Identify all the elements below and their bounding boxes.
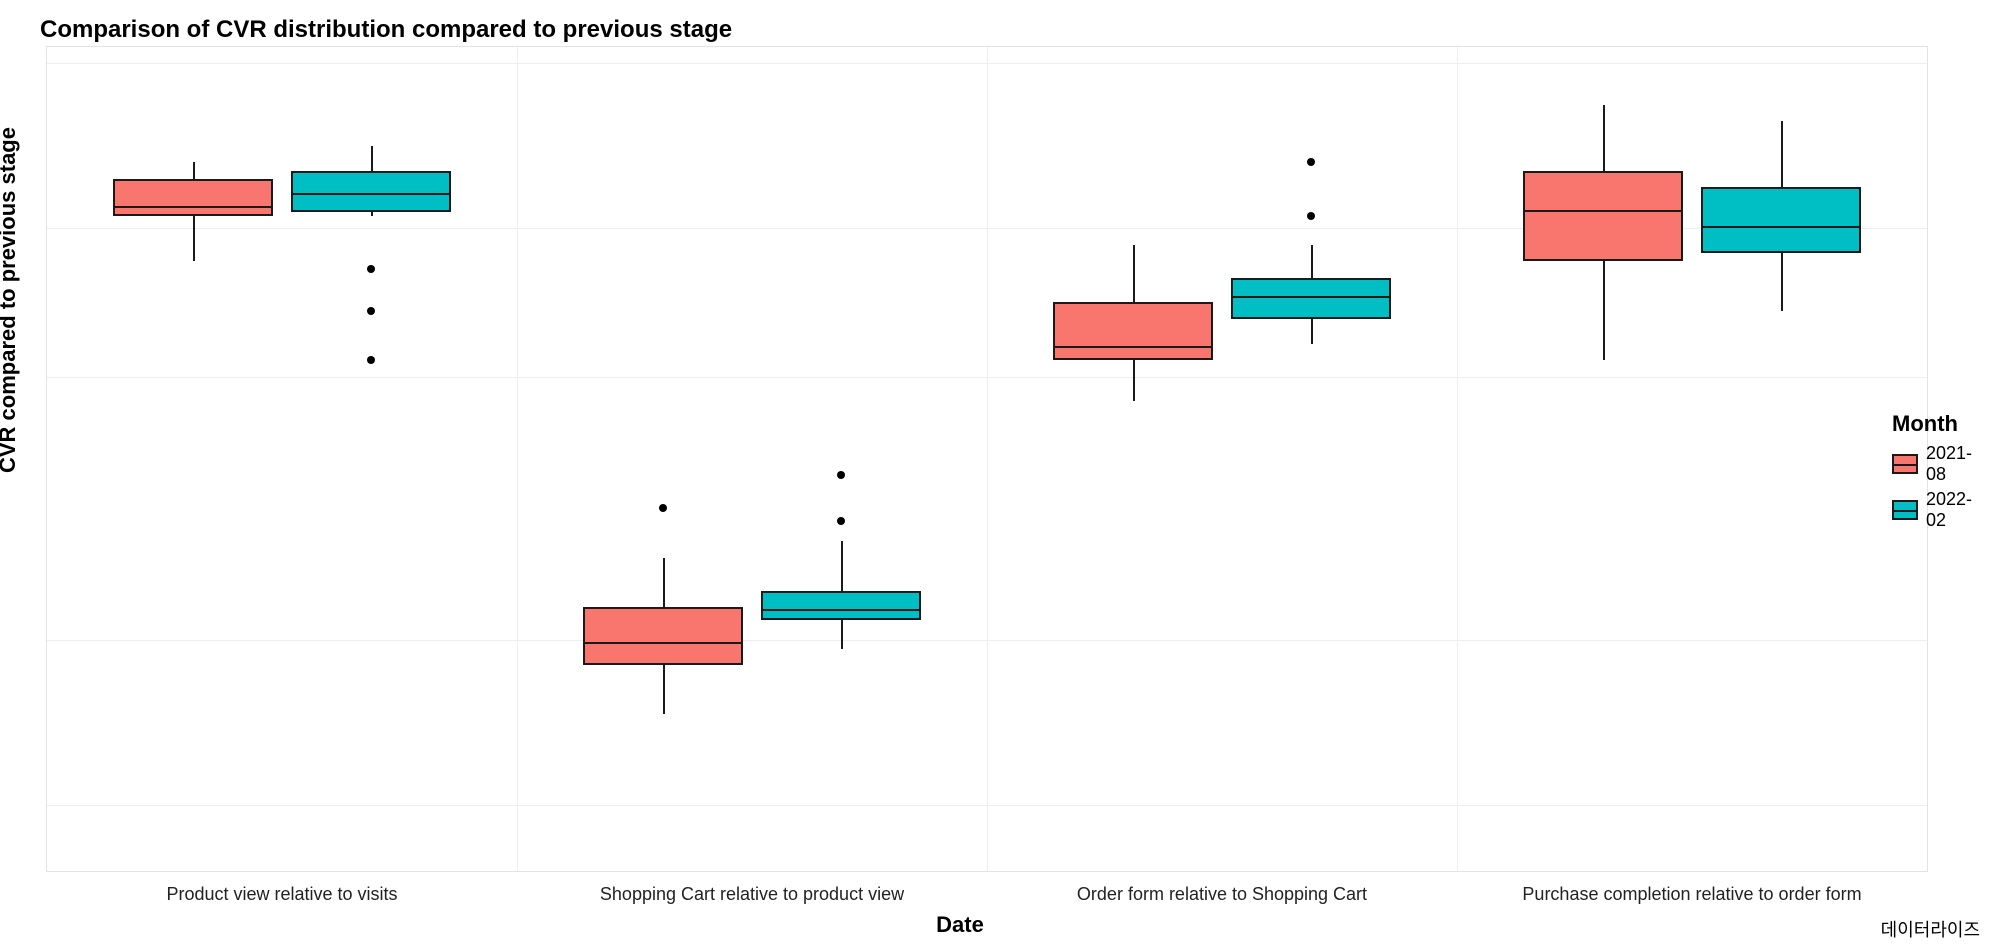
outlier-point (367, 265, 375, 273)
panel-separator (987, 47, 988, 871)
outlier-point (1307, 158, 1315, 166)
whisker (1781, 253, 1783, 311)
whisker (1311, 245, 1313, 278)
whisker (193, 216, 195, 261)
legend-title: Month (1892, 411, 1992, 437)
box-202202-0 (291, 171, 451, 212)
box-202108-1 (583, 607, 743, 665)
panel-separator (1457, 47, 1458, 871)
median-line (585, 642, 741, 644)
whisker (663, 558, 665, 607)
outlier-point (837, 471, 845, 479)
legend-key-icon (1892, 500, 1918, 520)
outlier-point (837, 517, 845, 525)
median-line (1055, 346, 1211, 348)
y-axis-label: CVR compared to previous stage (0, 127, 21, 473)
box-202202-2 (1231, 278, 1391, 319)
plot-area: Product view relative to visitsShopping … (46, 46, 1928, 872)
legend-item-2021-08: 2021-08 (1892, 443, 1992, 485)
box-202108-3 (1523, 171, 1683, 262)
x-category-label: Shopping Cart relative to product view (600, 884, 904, 905)
whisker (663, 665, 665, 714)
outlier-point (367, 356, 375, 364)
legend-item-label: 2021-08 (1926, 443, 1992, 485)
whisker (371, 146, 373, 171)
x-axis-label: Date (936, 912, 984, 938)
chart-title: Comparison of CVR distribution compared … (40, 16, 1980, 44)
outlier-point (659, 504, 667, 512)
chart-container: Comparison of CVR distribution compared … (0, 0, 2000, 946)
box-202202-1 (761, 591, 921, 620)
median-line (1703, 226, 1859, 228)
legend: Month 2021-08 2022-02 (1892, 411, 1992, 535)
whisker (1781, 121, 1783, 187)
whisker (841, 541, 843, 590)
median-line (1525, 210, 1681, 212)
whisker (1311, 319, 1313, 344)
legend-item-label: 2022-02 (1926, 489, 1992, 531)
legend-item-2022-02: 2022-02 (1892, 489, 1992, 531)
outlier-point (1307, 212, 1315, 220)
median-line (1233, 296, 1389, 298)
median-line (115, 206, 271, 208)
box-202202-3 (1701, 187, 1861, 253)
whisker (1133, 245, 1135, 303)
median-line (763, 609, 919, 611)
whisker (1603, 261, 1605, 360)
whisker (193, 162, 195, 178)
median-line (293, 193, 449, 195)
box-202108-0 (113, 179, 273, 216)
panel-separator (517, 47, 518, 871)
whisker (841, 620, 843, 649)
outlier-point (367, 307, 375, 315)
whisker (1603, 105, 1605, 171)
box-202108-2 (1053, 302, 1213, 360)
whisker (371, 212, 373, 216)
whisker (1133, 360, 1135, 401)
x-category-label: Purchase completion relative to order fo… (1522, 884, 1861, 905)
chart-caption: 데이터라이즈 (1881, 916, 1980, 942)
x-category-label: Order form relative to Shopping Cart (1077, 884, 1367, 905)
x-category-label: Product view relative to visits (166, 884, 397, 905)
legend-key-icon (1892, 454, 1918, 474)
